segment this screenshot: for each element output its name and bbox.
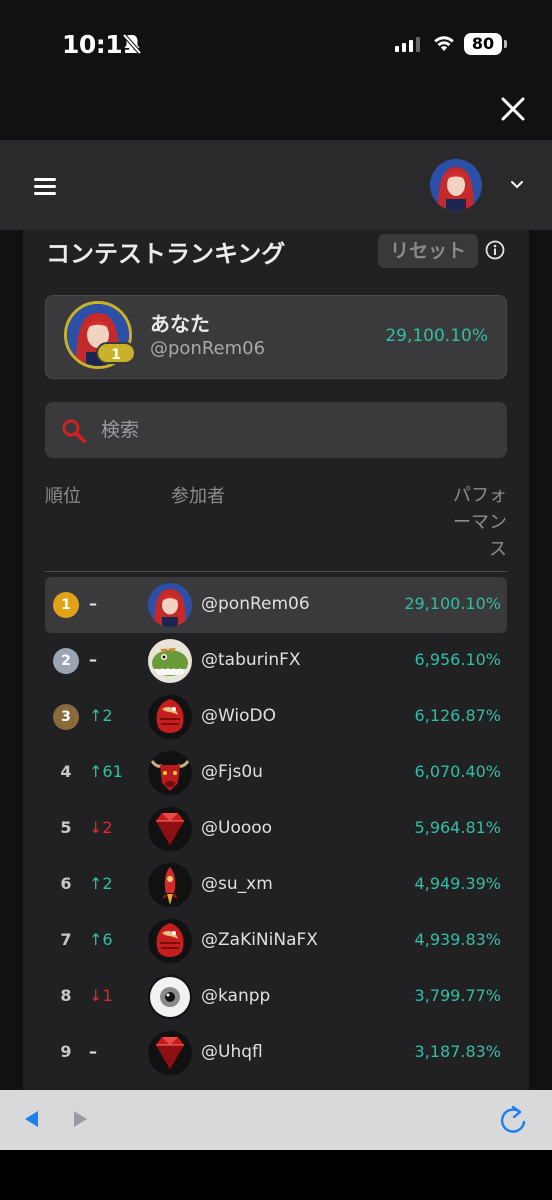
my-performance: 29,100.10% — [385, 326, 488, 346]
column-header-rank: 順位 — [45, 486, 81, 507]
user-avatar[interactable] — [430, 159, 482, 211]
rank-change: ↑6 — [89, 930, 113, 949]
table-row[interactable]: 5 ↓2 @Uoooo 5,964.81% — [45, 801, 507, 857]
rank-change: ↓1 — [89, 986, 113, 1005]
rank-number: 4 — [60, 762, 72, 781]
rank-change: ↑2 — [89, 874, 113, 893]
rank-number: 6 — [60, 874, 72, 893]
participant-performance: 29,100.10% — [404, 594, 501, 613]
page-title: コンテストランキング — [46, 240, 286, 268]
info-icon[interactable] — [485, 240, 505, 260]
participant-avatar — [148, 975, 192, 1019]
rank-medal-gold: 1 — [53, 592, 79, 618]
table-row[interactable]: 3 ↑2 @WioDO 6,126.87% — [45, 689, 507, 745]
battery-indicator: 80 — [464, 33, 507, 55]
participant-performance: 4,949.39% — [414, 874, 501, 893]
rank-change: ↓2 — [89, 818, 113, 837]
participant-avatar — [148, 919, 192, 963]
home-indicator-area — [0, 1150, 552, 1200]
reload-icon[interactable] — [498, 1104, 528, 1136]
participant-avatar — [148, 751, 192, 795]
rank-change: ↑2 — [89, 706, 113, 725]
search-box[interactable] — [45, 402, 507, 458]
divider — [45, 571, 507, 572]
participant-avatar — [148, 807, 192, 851]
participant-name: @Fjs0u — [201, 762, 263, 782]
column-header-performance: パフォーマンス — [453, 485, 507, 560]
cellular-signal-icon — [395, 36, 420, 52]
rank-change: – — [89, 650, 97, 669]
participant-avatar — [148, 863, 192, 907]
rank-number: 5 — [60, 818, 72, 837]
anime-girl-avatar-icon — [148, 583, 192, 627]
table-row[interactable]: 6 ↑2 @su_xm 4,949.39% — [45, 857, 507, 913]
browser-toolbar — [0, 1090, 552, 1150]
search-icon — [62, 419, 86, 443]
app-header — [0, 140, 552, 230]
participant-name: @Uoooo — [201, 818, 273, 838]
close-icon[interactable] — [496, 90, 530, 128]
participant-performance: 6,956.10% — [414, 650, 501, 669]
rank-medal-silver: 2 — [53, 648, 79, 674]
wifi-icon — [434, 36, 454, 51]
participant-avatar — [148, 583, 192, 627]
chevron-down-icon[interactable] — [508, 178, 526, 192]
koi-fish-avatar-icon — [148, 695, 192, 739]
ranking-panel: コンテストランキング リセット 1 あなた @ponRem06 29,100.1… — [23, 230, 529, 1090]
my-handle: @ponRem06 — [150, 338, 266, 359]
participant-avatar — [148, 639, 192, 683]
rank-medal-bronze: 3 — [53, 704, 79, 730]
participant-name: @WioDO — [201, 706, 277, 726]
koi-fish-avatar-icon — [148, 919, 192, 963]
my-ranking-card[interactable]: 1 あなた @ponRem06 29,100.10% — [45, 295, 507, 379]
ranking-list: 1– @ponRem06 29,100.10% 2– @taburinFX 6,956.1… — [45, 577, 507, 1081]
rocket-avatar-icon — [148, 863, 192, 907]
column-header-participant: 参加者 — [171, 486, 225, 507]
ruby-avatar-icon — [148, 1031, 192, 1075]
back-arrow-icon[interactable] — [24, 1110, 40, 1128]
bell-off-icon — [122, 33, 142, 55]
participant-performance: 3,799.77% — [414, 986, 501, 1005]
rank-number: 7 — [60, 930, 72, 949]
rank-change: ↑61 — [89, 762, 123, 781]
participant-performance: 3,187.83% — [414, 1042, 501, 1061]
dinosaur-avatar-icon — [148, 639, 192, 683]
participant-performance: 4,939.83% — [414, 930, 501, 949]
participant-avatar — [148, 695, 192, 739]
table-row[interactable]: 4 ↑61 @Fjs0u 6,070.40% — [45, 745, 507, 801]
eye-avatar-icon — [148, 975, 192, 1019]
participant-name: @taburinFX — [201, 650, 301, 670]
participant-name: @ponRem06 — [201, 594, 310, 614]
reset-button[interactable]: リセット — [378, 234, 478, 268]
participant-name: @ZaKiNiNaFX — [201, 930, 318, 950]
my-rank-badge: 1 — [96, 342, 136, 364]
rank-change: – — [89, 594, 97, 613]
participant-performance: 6,126.87% — [414, 706, 501, 725]
participant-name: @su_xm — [201, 874, 273, 894]
table-row[interactable]: 7 ↑6 @ZaKiNiNaFX 4,939.83% — [45, 913, 507, 969]
ruby-avatar-icon — [148, 807, 192, 851]
table-row[interactable]: 1– @ponRem06 29,100.10% — [45, 577, 507, 633]
participant-avatar — [148, 1031, 192, 1075]
status-bar: 10:11 80 — [0, 0, 552, 90]
table-row[interactable]: 8 ↓1 @kanpp 3,799.77% — [45, 969, 507, 1025]
table-row[interactable]: 9– @Uhqfl 3,187.83% — [45, 1025, 507, 1081]
participant-name: @Uhqfl — [201, 1042, 263, 1062]
rank-number: 8 — [60, 986, 72, 1005]
forward-arrow-icon[interactable] — [72, 1110, 88, 1128]
hamburger-icon[interactable] — [34, 178, 56, 196]
participant-name: @kanpp — [201, 986, 271, 1006]
search-input[interactable] — [101, 402, 491, 458]
my-name: あなた — [150, 312, 210, 336]
rank-change: – — [89, 1042, 97, 1061]
participant-performance: 5,964.81% — [414, 818, 501, 837]
rank-number: 9 — [60, 1042, 72, 1061]
bull-avatar-icon — [148, 751, 192, 795]
table-row[interactable]: 2– @taburinFX 6,956.10% — [45, 633, 507, 689]
participant-performance: 6,070.40% — [414, 762, 501, 781]
anime-girl-avatar-icon — [430, 159, 482, 211]
